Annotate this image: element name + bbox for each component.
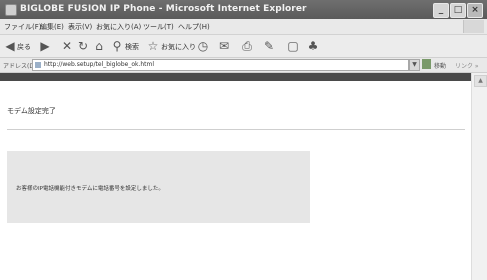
address-input[interactable]: http://web.setup/tel_biglobe_ok.html (32, 59, 409, 71)
print-icon[interactable]: ⎙ (240, 39, 254, 53)
address-url[interactable]: http://web.setup/tel_biglobe_ok.html (44, 61, 154, 68)
menu-bar: ファイル(F) 編集(E) 表示(V) お気に入り(A) ツール(T) ヘルプ(… (0, 19, 487, 35)
browser-window: BIGLOBE FUSION IP Phone - Microsoft Inte… (0, 0, 487, 280)
page-header-strip (0, 73, 471, 81)
discuss-icon[interactable]: ▢ (286, 39, 300, 53)
go-arrow-icon[interactable] (422, 59, 431, 69)
window-title: BIGLOBE FUSION IP Phone - Microsoft Inte… (20, 4, 307, 14)
ie-app-icon[interactable] (5, 4, 17, 16)
maximize-button[interactable]: □ (450, 3, 466, 18)
menu-tools[interactable]: ツール(T) (143, 22, 174, 32)
edit-icon[interactable]: ✎ (262, 39, 276, 53)
standard-toolbar: ◀ 戻る ▶ ✕ ↻ ⌂ ⚲ 検索 ☆ お気に入り ◷ ✉ ⎙ ✎ ▢ ♣ (0, 35, 487, 58)
minimize-button[interactable]: _ (433, 3, 449, 18)
windows-flag-icon (463, 20, 484, 33)
menu-edit[interactable]: 編集(E) (40, 22, 64, 32)
go-button[interactable]: 移動 (434, 61, 446, 70)
message-text: お客様のIP電話機能付きモデムに電話番号を設定しました。 (16, 186, 164, 192)
menu-favorites[interactable]: お気に入り(A) (96, 22, 141, 32)
refresh-icon[interactable]: ↻ (76, 39, 90, 53)
mail-icon[interactable]: ✉ (217, 39, 231, 53)
menu-view[interactable]: 表示(V) (68, 22, 92, 32)
page-heading: モデム設定完了 (7, 107, 56, 115)
history-icon[interactable]: ◷ (196, 39, 210, 53)
stop-icon[interactable]: ✕ (60, 39, 74, 53)
address-bar: アドレス(D) http://web.setup/tel_biglobe_ok.… (0, 58, 487, 73)
search-label[interactable]: 検索 (125, 42, 139, 52)
vertical-scrollbar[interactable]: ▲ (471, 73, 487, 280)
message-box: お客様のIP電話機能付きモデムに電話番号を設定しました。 (7, 151, 310, 223)
messenger-icon[interactable]: ♣ (306, 39, 320, 53)
back-icon[interactable]: ◀ (3, 39, 17, 53)
favorites-label[interactable]: お気に入り (161, 42, 196, 52)
forward-icon[interactable]: ▶ (38, 39, 52, 53)
menu-help[interactable]: ヘルプ(H) (178, 22, 210, 32)
address-dropdown-button[interactable]: ▼ (409, 59, 420, 71)
search-icon[interactable]: ⚲ (110, 39, 124, 53)
scroll-up-arrow-icon[interactable]: ▲ (474, 75, 487, 87)
page-icon (35, 62, 41, 68)
divider (7, 129, 465, 130)
close-button[interactable]: × (467, 3, 483, 18)
favorites-icon[interactable]: ☆ (146, 39, 160, 53)
home-icon[interactable]: ⌂ (92, 39, 106, 53)
links-label[interactable]: リンク » (455, 61, 479, 70)
page-content: モデム設定完了 お客様のIP電話機能付きモデムに電話番号を設定しました。 (0, 73, 471, 280)
menu-file[interactable]: ファイル(F) (4, 22, 42, 32)
back-label[interactable]: 戻る (17, 42, 31, 52)
title-bar: BIGLOBE FUSION IP Phone - Microsoft Inte… (0, 0, 487, 19)
